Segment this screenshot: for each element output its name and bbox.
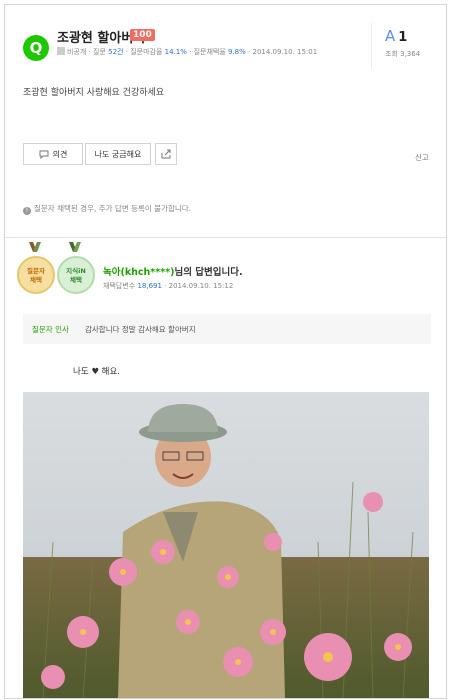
answer-count: A1 [385,27,408,45]
adoption-notice: ! 질문자 채택된 경우, 추가 답변 등록이 불가합니다. [23,203,191,215]
thanks-label: 질문자 인사 [32,325,69,334]
user-icon [57,47,65,55]
question-body: 조광현 할아버지 사랑해요 건강하세요 [23,88,165,98]
questioner-adopted-medal: 질문자 채택 [17,256,55,294]
view-count: 조회 3,364 [385,50,421,58]
answer-photo [23,392,429,698]
share-icon [161,149,170,159]
answer-meta: 채택답변수 18,691 · 2014.09.10. 15:12 [103,282,234,290]
kin-adopted-medal: 지식iN 채택 [57,256,95,294]
answer-text: 나도 ♥ 해요. [73,367,121,377]
speech-bubble-icon [39,150,49,159]
opinion-button[interactable]: 의견 [23,143,83,165]
curious-button[interactable]: 나도 궁금해요 [85,143,151,165]
question-card: Q 조광현 할아버지 100 비공개 · 질문 52건 · 질문마감율 14.1… [5,5,446,238]
report-link[interactable]: 신고 [415,152,429,163]
thanks-text: 감사합니다 정말 감사해요 할아버지 [85,325,196,334]
questioner-thanks-box: 질문자 인사 감사합니다 정말 감사해요 할아버지 [23,314,431,344]
share-button[interactable] [155,143,177,165]
points-badge: 100 [130,29,155,41]
qna-page: Q 조광현 할아버지 100 비공개 · 질문 52건 · 질문마감율 14.1… [4,4,447,699]
divider [371,23,372,69]
question-meta: 비공개 · 질문 52건 · 질문마감율 14.1% · 질문채택율 9.8% … [57,47,317,57]
medals: 질문자 채택 지식iN 채택 [17,242,97,302]
question-badge: Q [23,35,49,61]
info-icon: ! [23,207,31,215]
answer-author: 녹아(khch****)님의 답변입니다. [103,267,243,278]
